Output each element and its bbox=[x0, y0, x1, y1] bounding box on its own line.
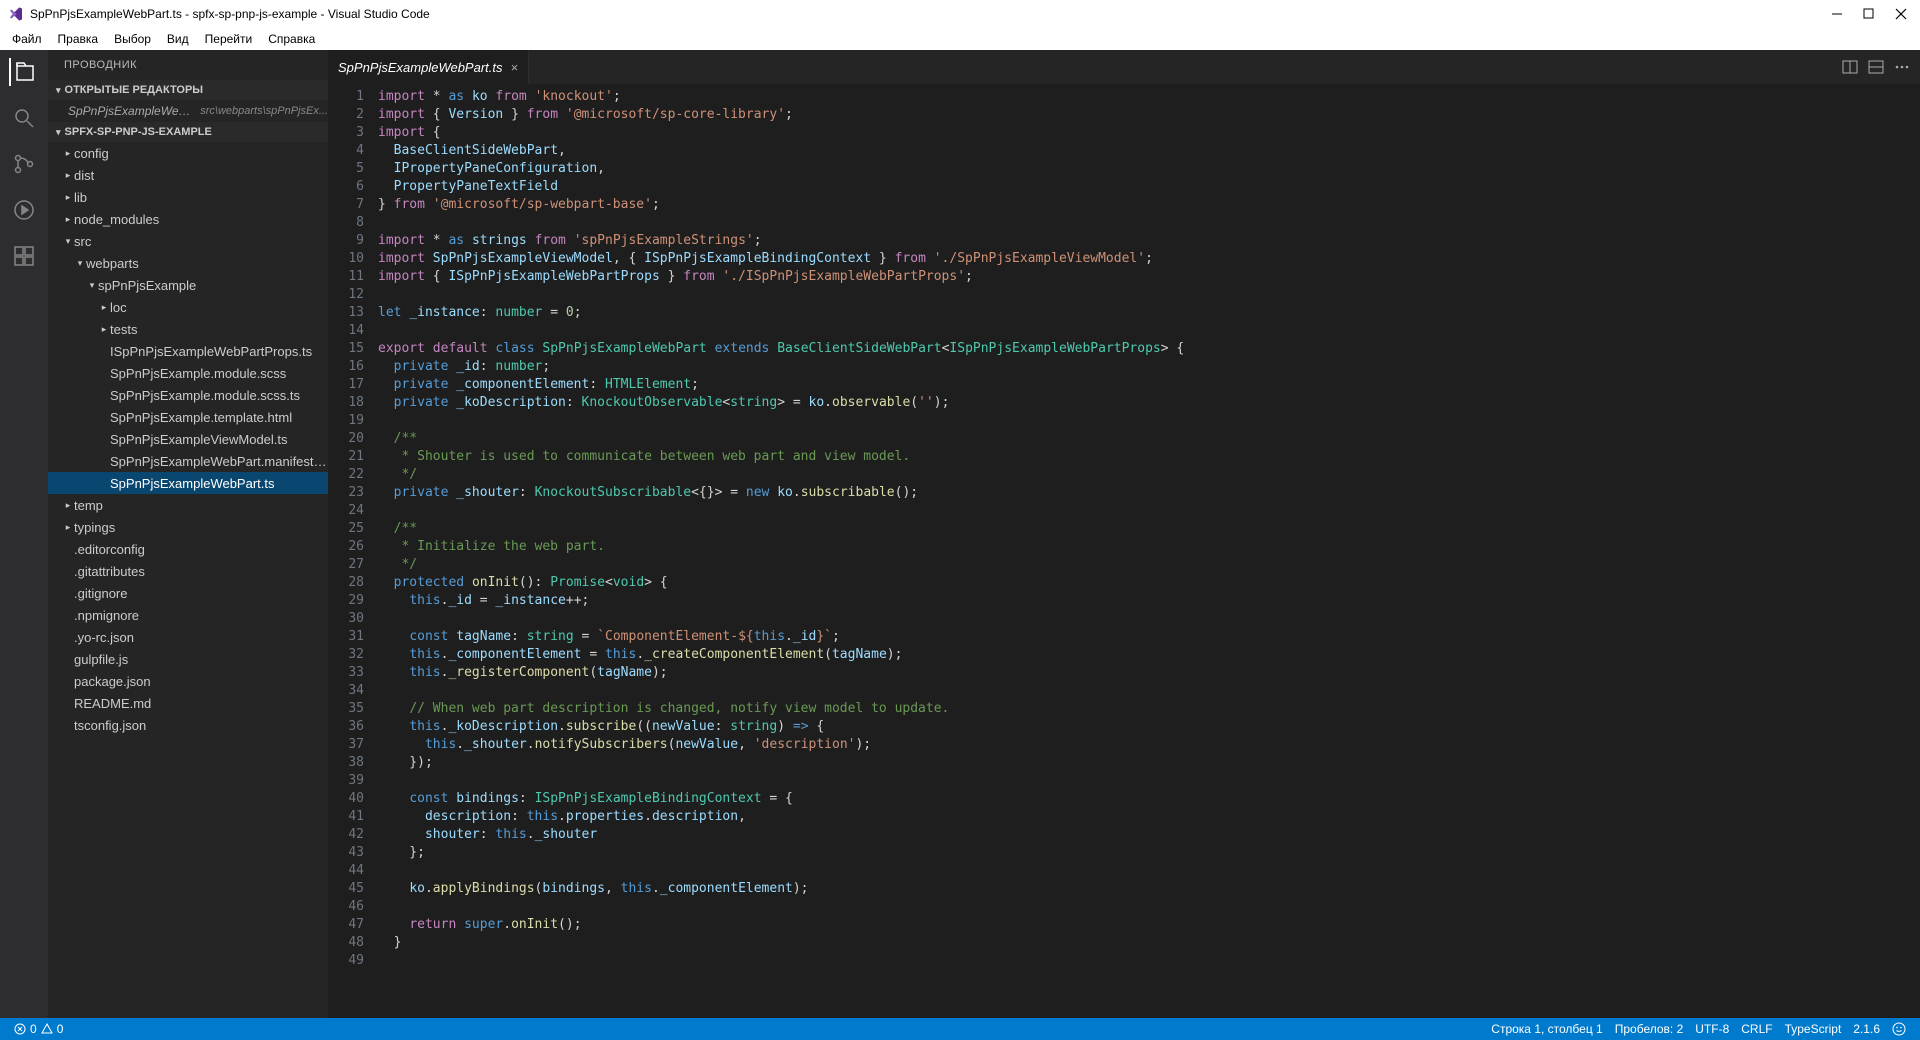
folder-webparts[interactable]: ▾webparts bbox=[48, 252, 328, 274]
line-numbers: 1234567891011121314151617181920212223242… bbox=[328, 88, 378, 1018]
menu-edit[interactable]: Правка bbox=[50, 30, 107, 48]
status-cursor[interactable]: Строка 1, столбец 1 bbox=[1485, 1022, 1608, 1036]
file-gitignore[interactable]: .gitignore bbox=[48, 582, 328, 604]
folder-typings[interactable]: ▸typings bbox=[48, 516, 328, 538]
menu-go[interactable]: Перейти bbox=[197, 30, 261, 48]
open-editors-section[interactable]: ▾ОТКРЫТЫЕ РЕДАКТОРЫ bbox=[48, 80, 328, 100]
folder-lib[interactable]: ▸lib bbox=[48, 186, 328, 208]
window-title: SpPnPjsExampleWebPart.ts - spfx-sp-pnp-j… bbox=[30, 7, 1830, 21]
code-lines[interactable]: import * as ko from 'knockout';import { … bbox=[378, 88, 1920, 1018]
file-editorconfig[interactable]: .editorconfig bbox=[48, 538, 328, 560]
explorer-icon[interactable] bbox=[9, 58, 37, 86]
folder-dist[interactable]: ▸dist bbox=[48, 164, 328, 186]
close-tab-icon[interactable]: × bbox=[511, 60, 519, 75]
extensions-icon[interactable] bbox=[10, 242, 38, 270]
file-yorc[interactable]: .yo-rc.json bbox=[48, 626, 328, 648]
tab-bar: SpPnPjsExampleWebPart.ts × bbox=[328, 50, 1920, 84]
debug-icon[interactable] bbox=[10, 196, 38, 224]
editor-group: SpPnPjsExampleWebPart.ts × 1234567891011… bbox=[328, 50, 1920, 1018]
folder-node-modules[interactable]: ▸node_modules bbox=[48, 208, 328, 230]
file-tree: ▸config ▸dist ▸lib ▸node_modules ▾src ▾w… bbox=[48, 142, 328, 1018]
status-encoding[interactable]: UTF-8 bbox=[1689, 1022, 1735, 1036]
status-ts-version[interactable]: 2.1.6 bbox=[1847, 1022, 1886, 1036]
open-editor-item[interactable]: SpPnPjsExampleWebPart.ts src\webparts\sp… bbox=[48, 100, 328, 122]
status-errors[interactable]: 0 0 bbox=[8, 1022, 69, 1036]
file-gulpfile[interactable]: gulpfile.js bbox=[48, 648, 328, 670]
file-package[interactable]: package.json bbox=[48, 670, 328, 692]
status-bar: 0 0 Строка 1, столбец 1 Пробелов: 2 UTF-… bbox=[0, 1018, 1920, 1040]
menu-file[interactable]: Файл bbox=[4, 30, 50, 48]
open-editor-filename: SpPnPjsExampleWebPart.ts bbox=[68, 104, 194, 118]
folder-config[interactable]: ▸config bbox=[48, 142, 328, 164]
menu-view[interactable]: Вид bbox=[159, 30, 197, 48]
titlebar: SpPnPjsExampleWebPart.ts - spfx-sp-pnp-j… bbox=[0, 0, 1920, 28]
minimize-button[interactable] bbox=[1830, 7, 1844, 21]
folder-temp[interactable]: ▸temp bbox=[48, 494, 328, 516]
feedback-icon[interactable] bbox=[1886, 1022, 1912, 1036]
maximize-button[interactable] bbox=[1862, 7, 1876, 21]
file-scss[interactable]: SpPnPjsExample.module.scss bbox=[48, 362, 328, 384]
split-right-icon[interactable] bbox=[1842, 59, 1858, 75]
file-scss-ts[interactable]: SpPnPjsExample.module.scss.ts bbox=[48, 384, 328, 406]
file-readme[interactable]: README.md bbox=[48, 692, 328, 714]
open-editors-label: ОТКРЫТЫЕ РЕДАКТОРЫ bbox=[65, 84, 204, 96]
project-label: SPFX-SP-PNP-JS-EXAMPLE bbox=[65, 126, 212, 138]
error-icon bbox=[14, 1023, 26, 1035]
project-section[interactable]: ▾SPFX-SP-PNP-JS-EXAMPLE bbox=[48, 122, 328, 142]
sidebar-title: ПРОВОДНИК bbox=[48, 50, 328, 80]
scm-icon[interactable] bbox=[10, 150, 38, 178]
file-manifest[interactable]: SpPnPjsExampleWebPart.manifest.json bbox=[48, 450, 328, 472]
menu-selection[interactable]: Выбор bbox=[106, 30, 159, 48]
close-button[interactable] bbox=[1894, 7, 1908, 21]
more-icon[interactable] bbox=[1894, 59, 1910, 75]
tab-webpart[interactable]: SpPnPjsExampleWebPart.ts × bbox=[328, 50, 529, 84]
vscode-icon bbox=[8, 6, 24, 22]
status-lang[interactable]: TypeScript bbox=[1779, 1022, 1848, 1036]
folder-src[interactable]: ▾src bbox=[48, 230, 328, 252]
code-editor[interactable]: 1234567891011121314151617181920212223242… bbox=[328, 84, 1920, 1018]
tab-label: SpPnPjsExampleWebPart.ts bbox=[338, 60, 503, 75]
activity-bar bbox=[0, 50, 48, 1018]
status-spaces[interactable]: Пробелов: 2 bbox=[1609, 1022, 1690, 1036]
status-eol[interactable]: CRLF bbox=[1735, 1022, 1778, 1036]
file-template[interactable]: SpPnPjsExample.template.html bbox=[48, 406, 328, 428]
warning-icon bbox=[41, 1023, 53, 1035]
folder-tests[interactable]: ▸tests bbox=[48, 318, 328, 340]
file-npmignore[interactable]: .npmignore bbox=[48, 604, 328, 626]
folder-sppnpjsexample[interactable]: ▾spPnPjsExample bbox=[48, 274, 328, 296]
file-tsconfig[interactable]: tsconfig.json bbox=[48, 714, 328, 736]
file-webpart-ts[interactable]: SpPnPjsExampleWebPart.ts bbox=[48, 472, 328, 494]
folder-loc[interactable]: ▸loc bbox=[48, 296, 328, 318]
file-viewmodel[interactable]: SpPnPjsExampleViewModel.ts bbox=[48, 428, 328, 450]
menu-help[interactable]: Справка bbox=[260, 30, 323, 48]
search-icon[interactable] bbox=[10, 104, 38, 132]
split-down-icon[interactable] bbox=[1868, 59, 1884, 75]
file-props[interactable]: ISpPnPjsExampleWebPartProps.ts bbox=[48, 340, 328, 362]
file-gitattributes[interactable]: .gitattributes bbox=[48, 560, 328, 582]
sidebar: ПРОВОДНИК ▾ОТКРЫТЫЕ РЕДАКТОРЫ SpPnPjsExa… bbox=[48, 50, 328, 1018]
menubar: Файл Правка Выбор Вид Перейти Справка bbox=[0, 28, 1920, 50]
open-editor-path: src\webparts\spPnPjsEx... bbox=[200, 105, 328, 117]
